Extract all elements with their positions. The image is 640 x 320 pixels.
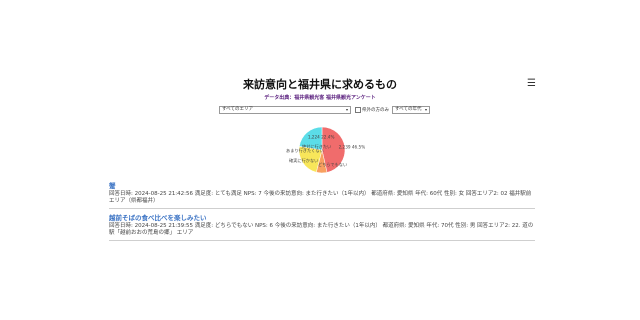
entry-detail: 回答日時: 2024-08-25 21:42:56 満足度: とても満足 NPS…: [109, 191, 532, 204]
entry-detail: 回答日時: 2024-08-25 21:39:55 満足度: どちらでもない N…: [109, 223, 534, 236]
outside-prefecture-label: 県外の方のみ: [362, 108, 389, 113]
age-select-value: すべての年代: [395, 107, 422, 112]
divider: [109, 208, 535, 209]
pie-slice-label: 2,239 46.5%: [339, 145, 366, 150]
page-subtitle: データ出典：福井県観光客 福井県観光アンケート: [264, 95, 376, 101]
list-item: 越前そばの食べ比べを楽しみたい 回答日時: 2024-08-25 21:39:5…: [109, 214, 535, 241]
age-select[interactable]: すべての年代 ▾: [392, 106, 430, 114]
intent-pie-chart: 2,239 46.5% 1,224 22.4% あまり行きたくない 確実に行かない 絶対…: [0, 120, 640, 182]
divider: [109, 240, 535, 241]
area-select-value: すべてのエリア: [222, 107, 254, 112]
filter-bar: すべてのエリア ▾ 県外の方のみ すべての年代 ▾: [219, 106, 430, 114]
entry-title[interactable]: 蟹: [109, 182, 535, 191]
pie-category-label: 確実に行かない: [289, 157, 318, 164]
hamburger-menu-icon[interactable]: ☰: [527, 79, 536, 89]
chevron-down-icon: ▾: [345, 107, 348, 112]
area-select[interactable]: すべてのエリア ▾: [219, 106, 351, 114]
list-item: 蟹 回答日時: 2024-08-25 21:42:56 満足度: とても満足 N…: [109, 182, 535, 209]
page-title: 来訪意向と福井県に求めるもの: [243, 78, 397, 91]
pie-category-label: 絶対に行きたい: [302, 143, 331, 150]
pie-slice-label: 1,224 22.4%: [308, 134, 335, 139]
outside-prefecture-checkbox[interactable]: [355, 107, 361, 113]
entry-title[interactable]: 越前そばの食べ比べを楽しみたい: [109, 214, 535, 223]
pie-category-label: どちらでもない: [318, 161, 347, 168]
chevron-down-icon: ▾: [424, 107, 427, 112]
outside-prefecture-filter[interactable]: 県外の方のみ: [355, 107, 389, 113]
pie-chart-svg: 2,239 46.5%1,224 22.4%あまり行きたくない確実に行かない絶対…: [286, 126, 366, 174]
